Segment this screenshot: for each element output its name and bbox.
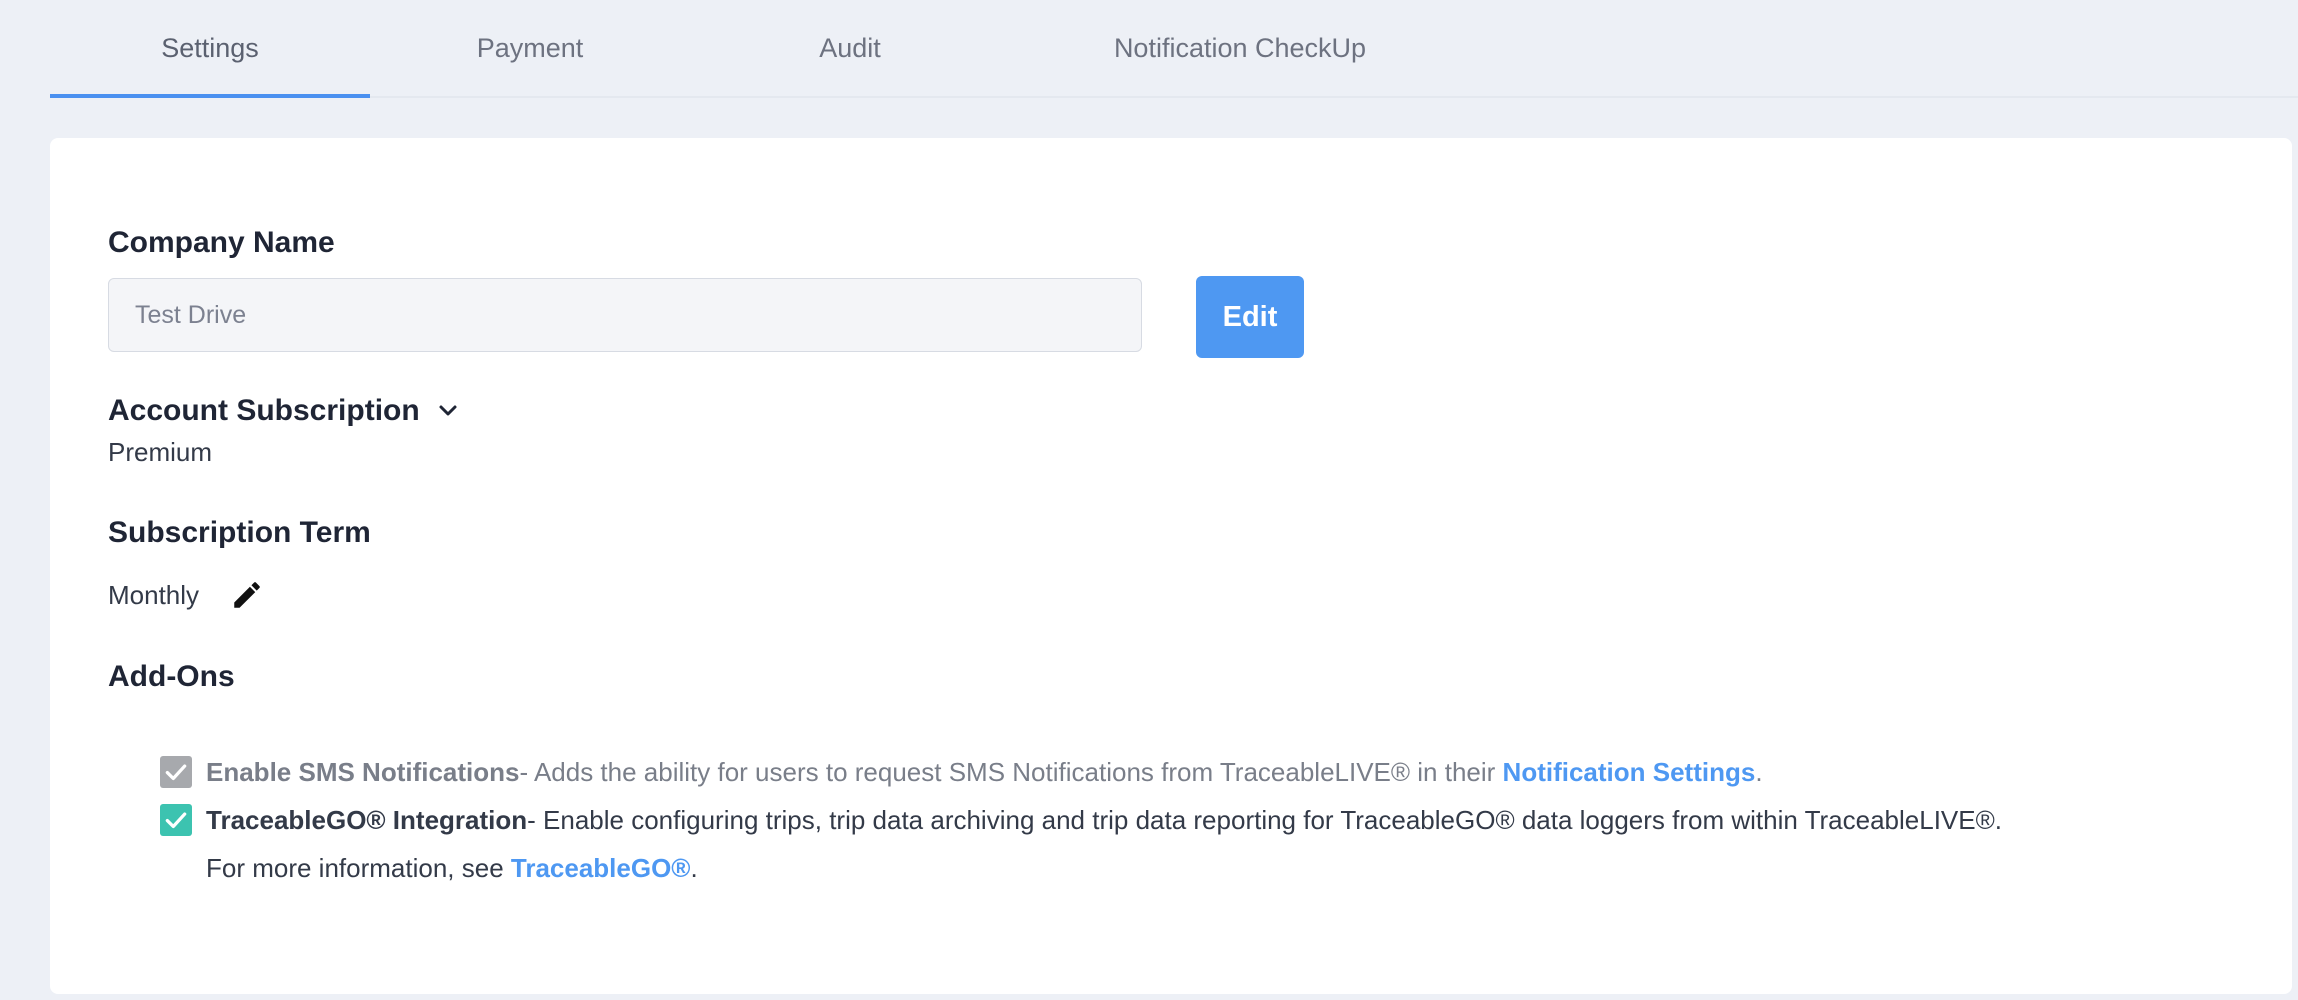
company-name-label: Company Name bbox=[108, 226, 335, 259]
sms-notifications-desc: - Adds the ability for users to request … bbox=[519, 757, 1503, 787]
notification-settings-link[interactable]: Notification Settings bbox=[1503, 757, 1756, 787]
pencil-icon[interactable] bbox=[230, 578, 264, 612]
settings-card: Company Name Test Drive Edit Account Sub… bbox=[50, 138, 2292, 994]
tab-audit[interactable]: Audit bbox=[690, 0, 1010, 96]
tab-label: Audit bbox=[819, 32, 881, 63]
tab-settings[interactable]: Settings bbox=[50, 0, 370, 98]
tab-bar: Settings Payment Audit Notification Chec… bbox=[50, 0, 2298, 98]
check-icon bbox=[165, 764, 187, 781]
sms-notifications-checkbox[interactable] bbox=[160, 756, 192, 788]
edit-button[interactable]: Edit bbox=[1196, 276, 1304, 358]
tab-payment[interactable]: Payment bbox=[370, 0, 690, 96]
company-name-input[interactable]: Test Drive bbox=[108, 278, 1142, 352]
company-name-value: Test Drive bbox=[135, 300, 247, 329]
sms-notifications-title: Enable SMS Notifications bbox=[206, 757, 520, 787]
more-info-end: . bbox=[690, 853, 698, 883]
traceablego-integration-desc: - Enable configuring trips, trip data ar… bbox=[527, 805, 2002, 835]
check-icon bbox=[165, 812, 187, 829]
traceablego-integration-checkbox[interactable] bbox=[160, 804, 192, 836]
tab-notification-checkup[interactable]: Notification CheckUp bbox=[1050, 0, 1430, 96]
account-subscription-label: Account Subscription bbox=[108, 394, 420, 427]
add-ons-label: Add-Ons bbox=[108, 660, 235, 693]
chevron-down-icon[interactable] bbox=[436, 399, 460, 423]
account-subscription-value: Premium bbox=[108, 437, 213, 467]
traceablego-integration-text: TraceableGO® Integration- Enable configu… bbox=[206, 805, 2002, 836]
subscription-term-label: Subscription Term bbox=[108, 516, 371, 549]
account-subscription-header[interactable]: Account Subscription bbox=[108, 394, 460, 428]
tab-label: Payment bbox=[476, 32, 584, 63]
traceablego-link[interactable]: TraceableGO® bbox=[511, 853, 691, 883]
sms-notifications-text: Enable SMS Notifications- Adds the abili… bbox=[206, 757, 1763, 788]
more-info-text: For more information, see bbox=[206, 853, 511, 883]
sms-end: . bbox=[1755, 757, 1763, 787]
subscription-term-value: Monthly bbox=[108, 580, 200, 610]
tab-label: Settings bbox=[161, 32, 259, 63]
traceablego-integration-title: TraceableGO® Integration bbox=[206, 805, 528, 835]
traceablego-more-info: For more information, see TraceableGO®. bbox=[206, 853, 698, 884]
tab-label: Notification CheckUp bbox=[1113, 32, 1367, 63]
